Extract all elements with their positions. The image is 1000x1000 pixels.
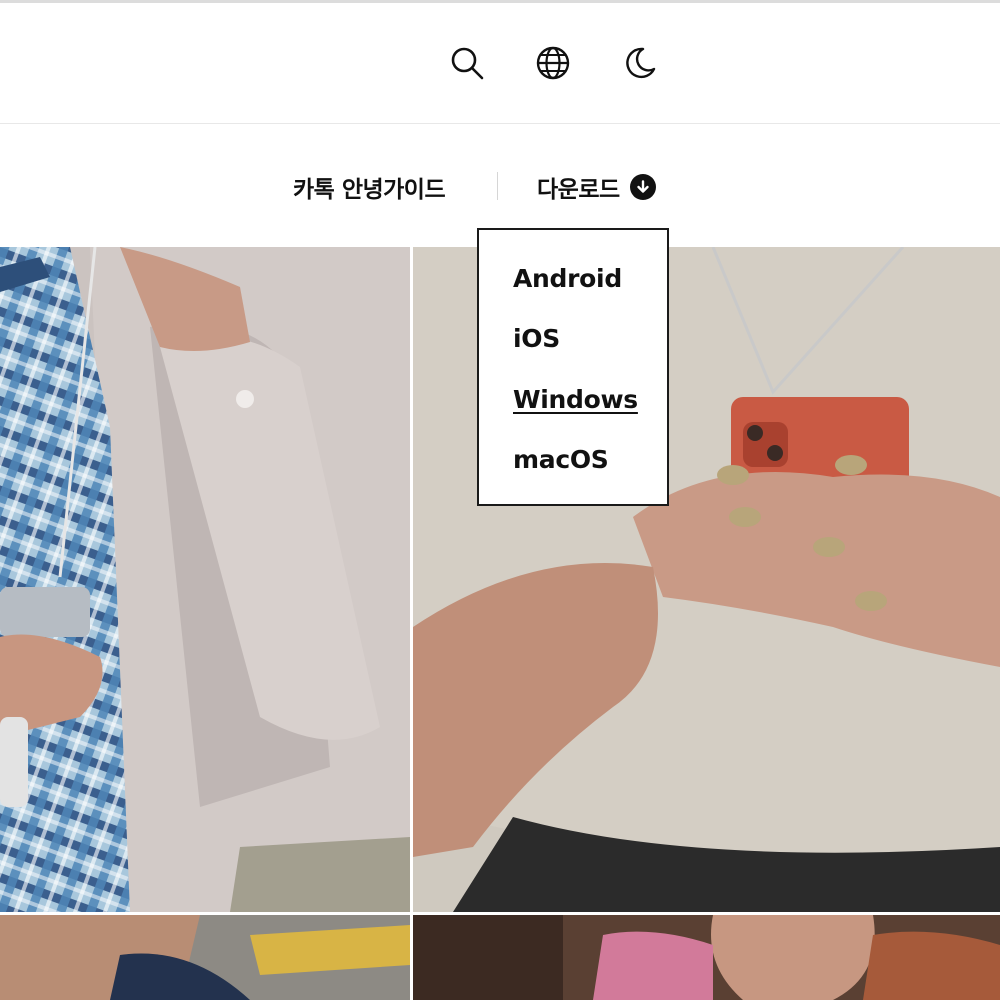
page: 카톡 안녕가이드 다운로드 Android iOS Windows macOS — [0, 0, 1000, 1000]
search-button[interactable] — [447, 43, 487, 83]
nav-divider — [497, 172, 498, 200]
search-icon — [451, 47, 484, 80]
photo-person-bottom-left — [0, 915, 410, 1000]
menu-item-macos[interactable]: macOS — [513, 445, 609, 474]
header — [0, 3, 1000, 124]
globe-icon — [536, 46, 570, 80]
dark-mode-button[interactable] — [619, 43, 659, 83]
photo-person-with-phone-left — [0, 247, 410, 912]
download-dropdown-menu: Android iOS Windows macOS — [477, 228, 669, 506]
menu-item-ios[interactable]: iOS — [513, 324, 560, 353]
menu-item-windows[interactable]: Windows — [513, 385, 638, 414]
nav-link-download[interactable]: 다운로드 — [537, 170, 656, 204]
language-button[interactable] — [533, 43, 573, 83]
moon-icon — [626, 47, 656, 79]
photo-person-bottom-right — [413, 915, 1000, 1000]
menu-item-android[interactable]: Android — [513, 264, 622, 293]
arrow-down-circle-icon — [629, 174, 656, 200]
download-label: 다운로드 — [537, 177, 620, 203]
nav-link-guide[interactable]: 카톡 안녕가이드 — [293, 170, 446, 204]
